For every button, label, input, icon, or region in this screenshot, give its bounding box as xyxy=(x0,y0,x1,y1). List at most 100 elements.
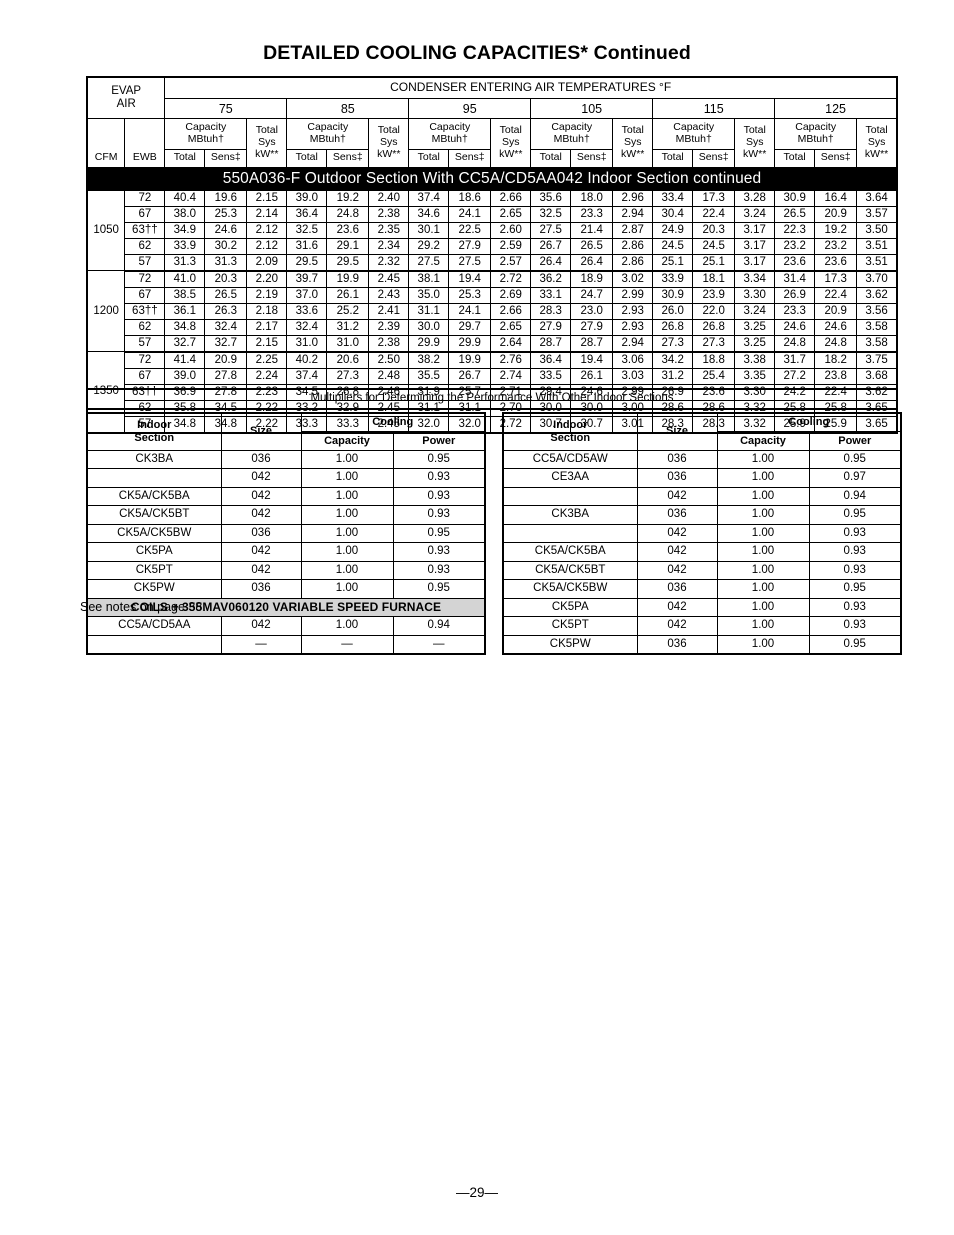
capacity-cell: 2.25 xyxy=(246,351,288,369)
capacity-cell: 30.0 xyxy=(408,318,450,336)
cooling-power-value: 0.93 xyxy=(392,560,486,580)
indoor-section-value: CK5PW xyxy=(86,579,222,599)
see-notes-text: See notes on page 38. xyxy=(80,600,206,614)
capacity-cell: 3.51 xyxy=(856,237,898,255)
multiplier-row: CK3BA 036 1.00 0.95 xyxy=(502,505,902,525)
ewb-value: 62 xyxy=(124,237,166,255)
capacity-cell: 29.5 xyxy=(286,253,328,272)
capacity-cell: 24.6 xyxy=(774,318,816,336)
multiplier-row: CK5A/CK5BT 042 1.00 0.93 xyxy=(502,560,902,580)
ewb-header-spacer xyxy=(124,118,166,150)
capacity-cell: 26.4 xyxy=(530,253,572,272)
capacity-data-row: 1050 72 40.4 19.6 2.15 39.0 19.2 2.40 37.4 18.6 2.… xyxy=(86,189,898,271)
cooling-header-left: Cooling xyxy=(300,412,486,432)
multipliers-right-cell: Indoor Section Size Cooling Capacity Power CC5… xyxy=(502,411,902,655)
capacity-cell: 38.5 xyxy=(164,286,206,304)
multiplier-row: 042 1.00 0.93 xyxy=(502,523,902,543)
capacity-cell: 27.2 xyxy=(774,367,816,385)
capacity-cell: 33.1 xyxy=(530,286,572,304)
cooling-power-value: 0.93 xyxy=(808,597,902,617)
ewb-value: 57 xyxy=(124,253,166,272)
capacity-cell: 3.30 xyxy=(734,286,776,304)
capacity-mbtuh-header-85: Capacity MBtuh† xyxy=(286,118,370,150)
capacity-cell: 3.62 xyxy=(856,286,898,304)
cooling-capacity-value: 1.00 xyxy=(300,542,394,562)
size-value: 042 xyxy=(220,468,302,488)
capacity-cell: 24.5 xyxy=(692,237,736,255)
capacity-cell: 26.4 xyxy=(570,253,614,272)
capacity-cell: 3.17 xyxy=(734,221,776,239)
capacity-cell: 24.1 xyxy=(448,205,492,223)
indoor-section-value: CK5A/CK5BT xyxy=(86,505,222,525)
capacity-cell: 23.3 xyxy=(570,205,614,223)
capacity-cell: 26.8 xyxy=(652,318,694,336)
capacity-cell: 2.32 xyxy=(368,253,410,272)
cooling-capacity-value: 1.00 xyxy=(300,523,394,543)
capacity-cell: 2.94 xyxy=(612,334,654,353)
capacity-cell: 2.24 xyxy=(246,367,288,385)
capacity-cell: 26.5 xyxy=(570,237,614,255)
capacity-cell: 32.5 xyxy=(286,221,328,239)
capacity-data-row: 67 38.0 25.3 2.14 36.4 24.8 2.38 34.6 24.1 2.65 32… xyxy=(87,205,898,223)
ewb-value: 57 xyxy=(124,334,166,353)
indoor-section-value xyxy=(502,486,638,506)
capacity-cell: 2.15 xyxy=(246,189,288,207)
capacity-cell: 27.9 xyxy=(530,318,572,336)
cooling-capacity-value: 1.00 xyxy=(716,505,810,525)
capacity-cell: 2.72 xyxy=(490,270,532,288)
cfm-header-spacer xyxy=(86,118,126,150)
capacity-cell: 3.56 xyxy=(856,302,898,320)
capacity-cell: 30.2 xyxy=(204,237,248,255)
indoor-section-value: CK5A/CK5BW xyxy=(502,579,638,599)
capacity-data-row: 67 38.5 26.5 2.19 37.0 26.1 2.43 35.0 25.3 2.69 33… xyxy=(87,286,898,304)
multipliers-gap xyxy=(484,412,502,656)
capacity-cell: 32.7 xyxy=(164,334,206,353)
power-header-right: Power xyxy=(808,431,902,451)
capacity-cell: 19.6 xyxy=(204,189,248,207)
multiplier-row: CC5A/CD5AW 036 1.00 0.95 xyxy=(502,449,902,469)
size-value: 042 xyxy=(220,560,302,580)
capacity-cell: 31.0 xyxy=(326,334,370,353)
capacity-data-row: 62 33.9 30.2 2.12 31.6 29.1 2.34 29.2 27.9 2.59 26… xyxy=(87,237,898,255)
capacity-data-row: 57 32.7 32.7 2.15 31.0 31.0 2.38 29.9 29.9 2.64 28… xyxy=(87,334,898,353)
sens-header-75: Sens‡ xyxy=(204,149,248,168)
cooling-capacity-value: 1.00 xyxy=(300,505,394,525)
capacity-cell: 39.0 xyxy=(164,367,206,385)
capacity-cell: 2.65 xyxy=(490,318,532,336)
capacity-cell: 30.1 xyxy=(408,221,450,239)
cfm-header: CFM xyxy=(86,149,126,168)
page-number: —29— xyxy=(455,1185,499,1200)
capacity-cell: 2.12 xyxy=(246,237,288,255)
size-value: 036 xyxy=(636,634,718,655)
indoor-section-value: CE3AA xyxy=(502,468,638,488)
capacity-cell: 34.8 xyxy=(164,318,206,336)
capacity-cell: 24.8 xyxy=(326,205,370,223)
capacity-cell: 30.9 xyxy=(774,189,816,207)
capacity-cell: 35.5 xyxy=(408,367,450,385)
capacity-cell: 18.1 xyxy=(692,270,736,288)
capacity-cell: 33.6 xyxy=(286,302,328,320)
capacity-cell: 2.69 xyxy=(490,286,532,304)
cooling-capacity-value: 1.00 xyxy=(716,468,810,488)
capacity-header-row-temperatures: 75 85 95 105 115 125 xyxy=(87,98,898,119)
capacity-cell: 20.3 xyxy=(692,221,736,239)
multipliers-left-cell: Indoor Section Size Cooling Capacity Power CK3… xyxy=(86,411,486,655)
capacity-cell: 38.0 xyxy=(164,205,206,223)
multiplier-row: CK5PW 036 1.00 0.95 xyxy=(502,634,902,655)
capacity-cell: 19.9 xyxy=(326,270,370,288)
size-value: 042 xyxy=(636,616,718,636)
size-value: 036 xyxy=(636,468,718,488)
indoor-section-value: CK5PA xyxy=(502,597,638,617)
multiplier-row: — — — xyxy=(86,634,486,655)
cooling-power-value: 0.95 xyxy=(392,523,486,543)
cooling-capacity-value: 1.00 xyxy=(716,486,810,506)
cooling-capacity-value: 1.00 xyxy=(300,449,394,469)
total-sys-kw-header-85: Total Sys kW** xyxy=(368,118,410,168)
capacity-cell: 3.06 xyxy=(612,351,654,369)
capacity-cell: 25.3 xyxy=(204,205,248,223)
sens-header-95: Sens‡ xyxy=(448,149,492,168)
capacity-cell: 17.3 xyxy=(692,189,736,207)
capacity-cell: 2.87 xyxy=(612,221,654,239)
capacity-cell: 3.58 xyxy=(856,318,898,336)
capacity-data-row: 1200 72 41.0 20.3 2.20 39.7 19.9 2.45 38.1 19.4 2.… xyxy=(86,270,898,352)
